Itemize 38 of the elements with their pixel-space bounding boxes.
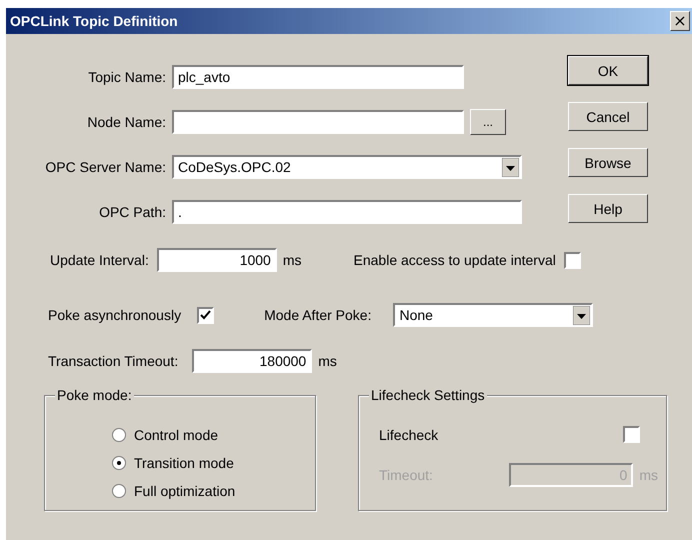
radio-label: Control mode — [134, 427, 218, 443]
dialog-button[interactable]: Cancel — [568, 102, 648, 131]
radio-button[interactable] — [112, 456, 126, 470]
window-title: OPCLink Topic Definition — [10, 13, 178, 29]
dialog-button[interactable]: Browse — [568, 148, 648, 177]
close-button[interactable]: × — [670, 11, 690, 31]
enable-access-checkbox[interactable] — [564, 252, 581, 268]
radio-label: Transition mode — [134, 455, 234, 471]
lifecheck-label: Lifecheck — [379, 426, 438, 442]
update-interval-field[interactable]: 1000 — [156, 248, 277, 272]
group-title: Lifecheck Settings — [369, 387, 487, 403]
poke-async-label: Poke asynchronously — [48, 307, 182, 323]
unit-label: ms — [318, 353, 337, 369]
radio-label: Full optimization — [134, 483, 236, 499]
text-field[interactable]: plc_avto — [172, 65, 464, 89]
field-label: Node Name: — [86, 114, 166, 130]
radio-button[interactable] — [112, 484, 126, 498]
dropdown-arrow-icon — [573, 306, 590, 324]
browse-button[interactable]: ... — [470, 109, 506, 135]
enable-access-label: Enable access to update interval — [354, 252, 556, 268]
field-label: OPC Path: — [98, 204, 166, 220]
dropdown-field[interactable]: CoDeSys.OPC.02 — [172, 155, 522, 179]
mode-after-poke-label: Mode After Poke: — [264, 307, 372, 323]
update-interval-label: Update Interval: — [50, 252, 149, 268]
mode-after-poke-dropdown[interactable]: None — [393, 303, 594, 327]
poke-async-checkbox[interactable] — [197, 306, 214, 324]
dialog-button[interactable]: OK — [568, 56, 648, 85]
dialog-button[interactable]: Help — [568, 194, 648, 223]
radio-button[interactable] — [112, 428, 126, 442]
text-field[interactable] — [172, 110, 464, 134]
unit-label: ms — [282, 252, 302, 268]
dropdown-arrow-icon — [502, 158, 519, 176]
text-field[interactable]: . — [172, 200, 522, 224]
field-label: Topic Name: — [87, 69, 166, 85]
transaction-timeout-label: Transaction Timeout: — [48, 353, 178, 369]
transaction-timeout-field[interactable]: 180000 — [192, 349, 312, 373]
group-title: Poke mode: — [55, 387, 134, 403]
field-label: OPC Server Name: — [44, 159, 166, 175]
